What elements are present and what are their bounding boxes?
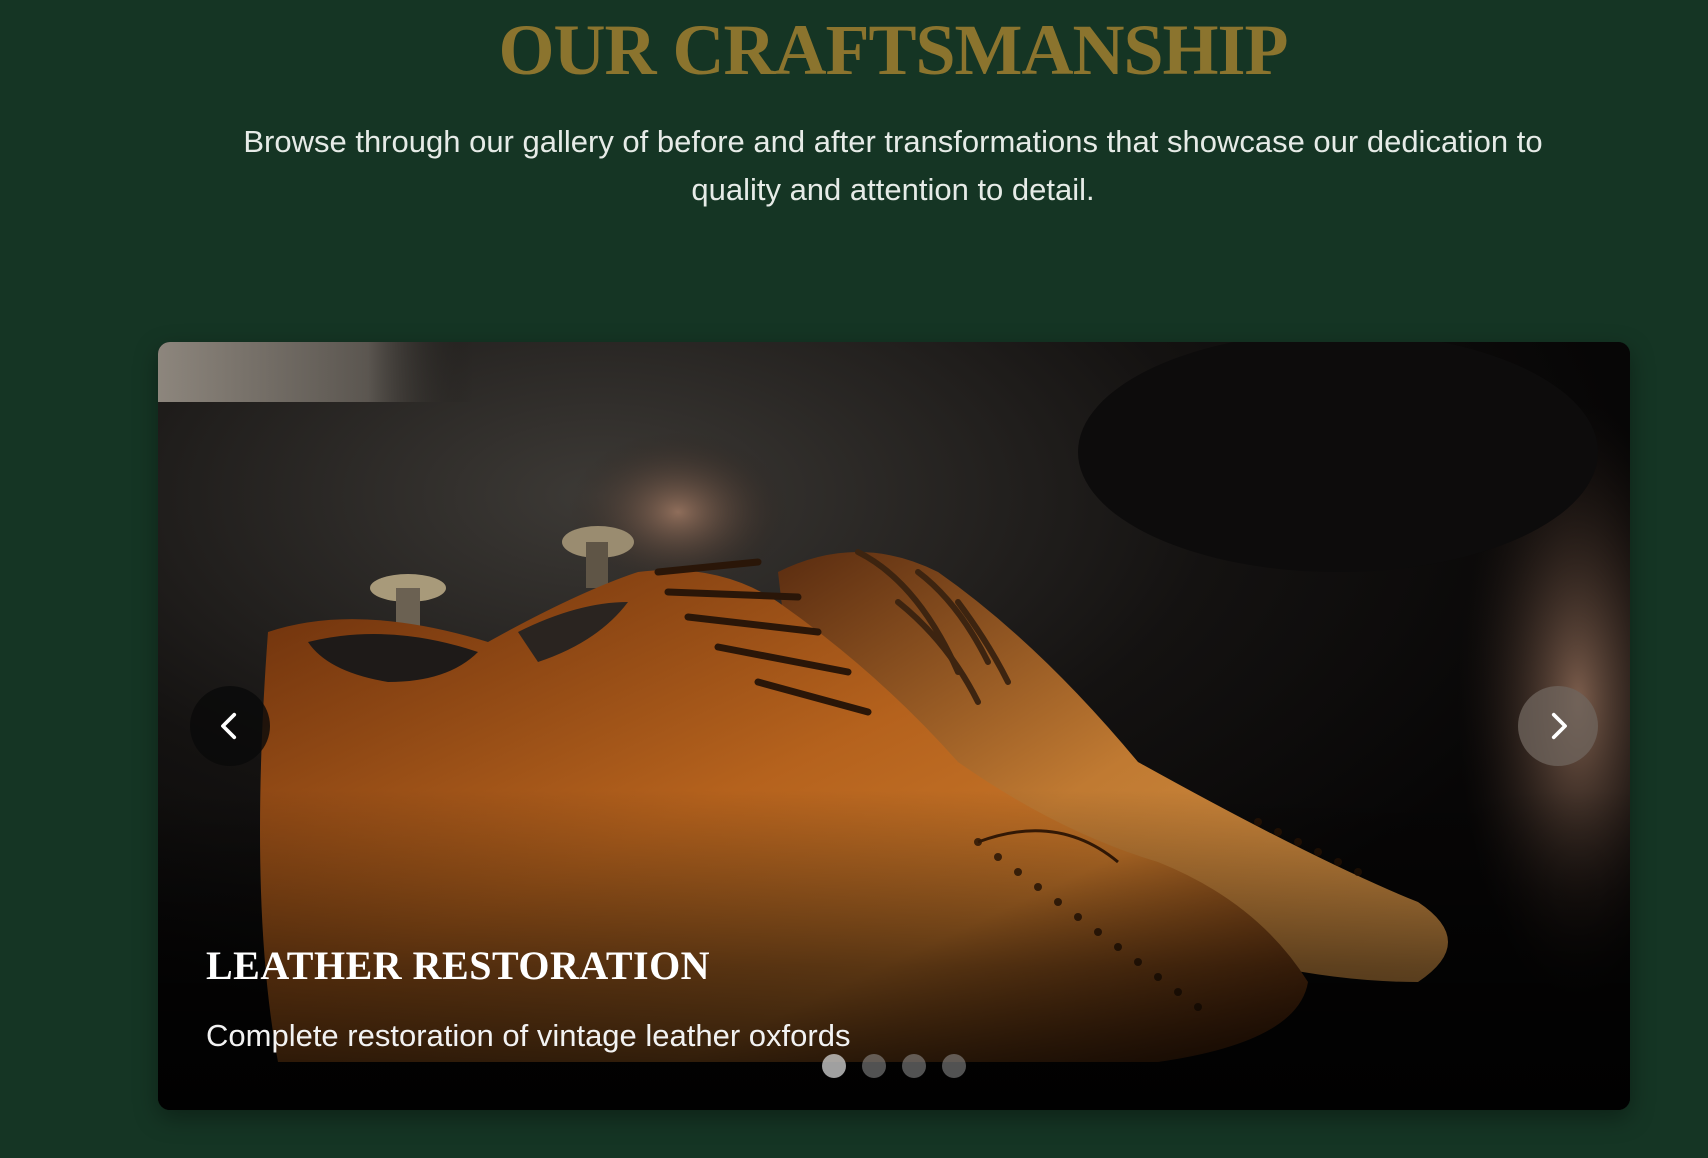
craftsmanship-section: OUR CRAFTSMANSHIP Browse through our gal… [0, 0, 1708, 1158]
slide-title: LEATHER RESTORATION [206, 943, 711, 988]
carousel-pagination [158, 1054, 1630, 1078]
previous-slide-button[interactable] [190, 686, 270, 766]
chevron-right-icon [1551, 712, 1567, 740]
pagination-dot-1[interactable] [822, 1054, 846, 1078]
section-subtitle: Browse through our gallery of before and… [243, 124, 1543, 207]
pagination-dot-2[interactable] [862, 1054, 886, 1078]
slide-description: Complete restoration of vintage leather … [206, 1018, 851, 1053]
chevron-left-icon [221, 712, 237, 740]
section-title: OUR CRAFTSMANSHIP [498, 10, 1288, 90]
gallery-carousel: LEATHER RESTORATION Complete restoration… [158, 342, 1630, 1110]
pagination-dot-4[interactable] [942, 1054, 966, 1078]
pagination-dot-3[interactable] [902, 1054, 926, 1078]
next-slide-button[interactable] [1518, 686, 1598, 766]
